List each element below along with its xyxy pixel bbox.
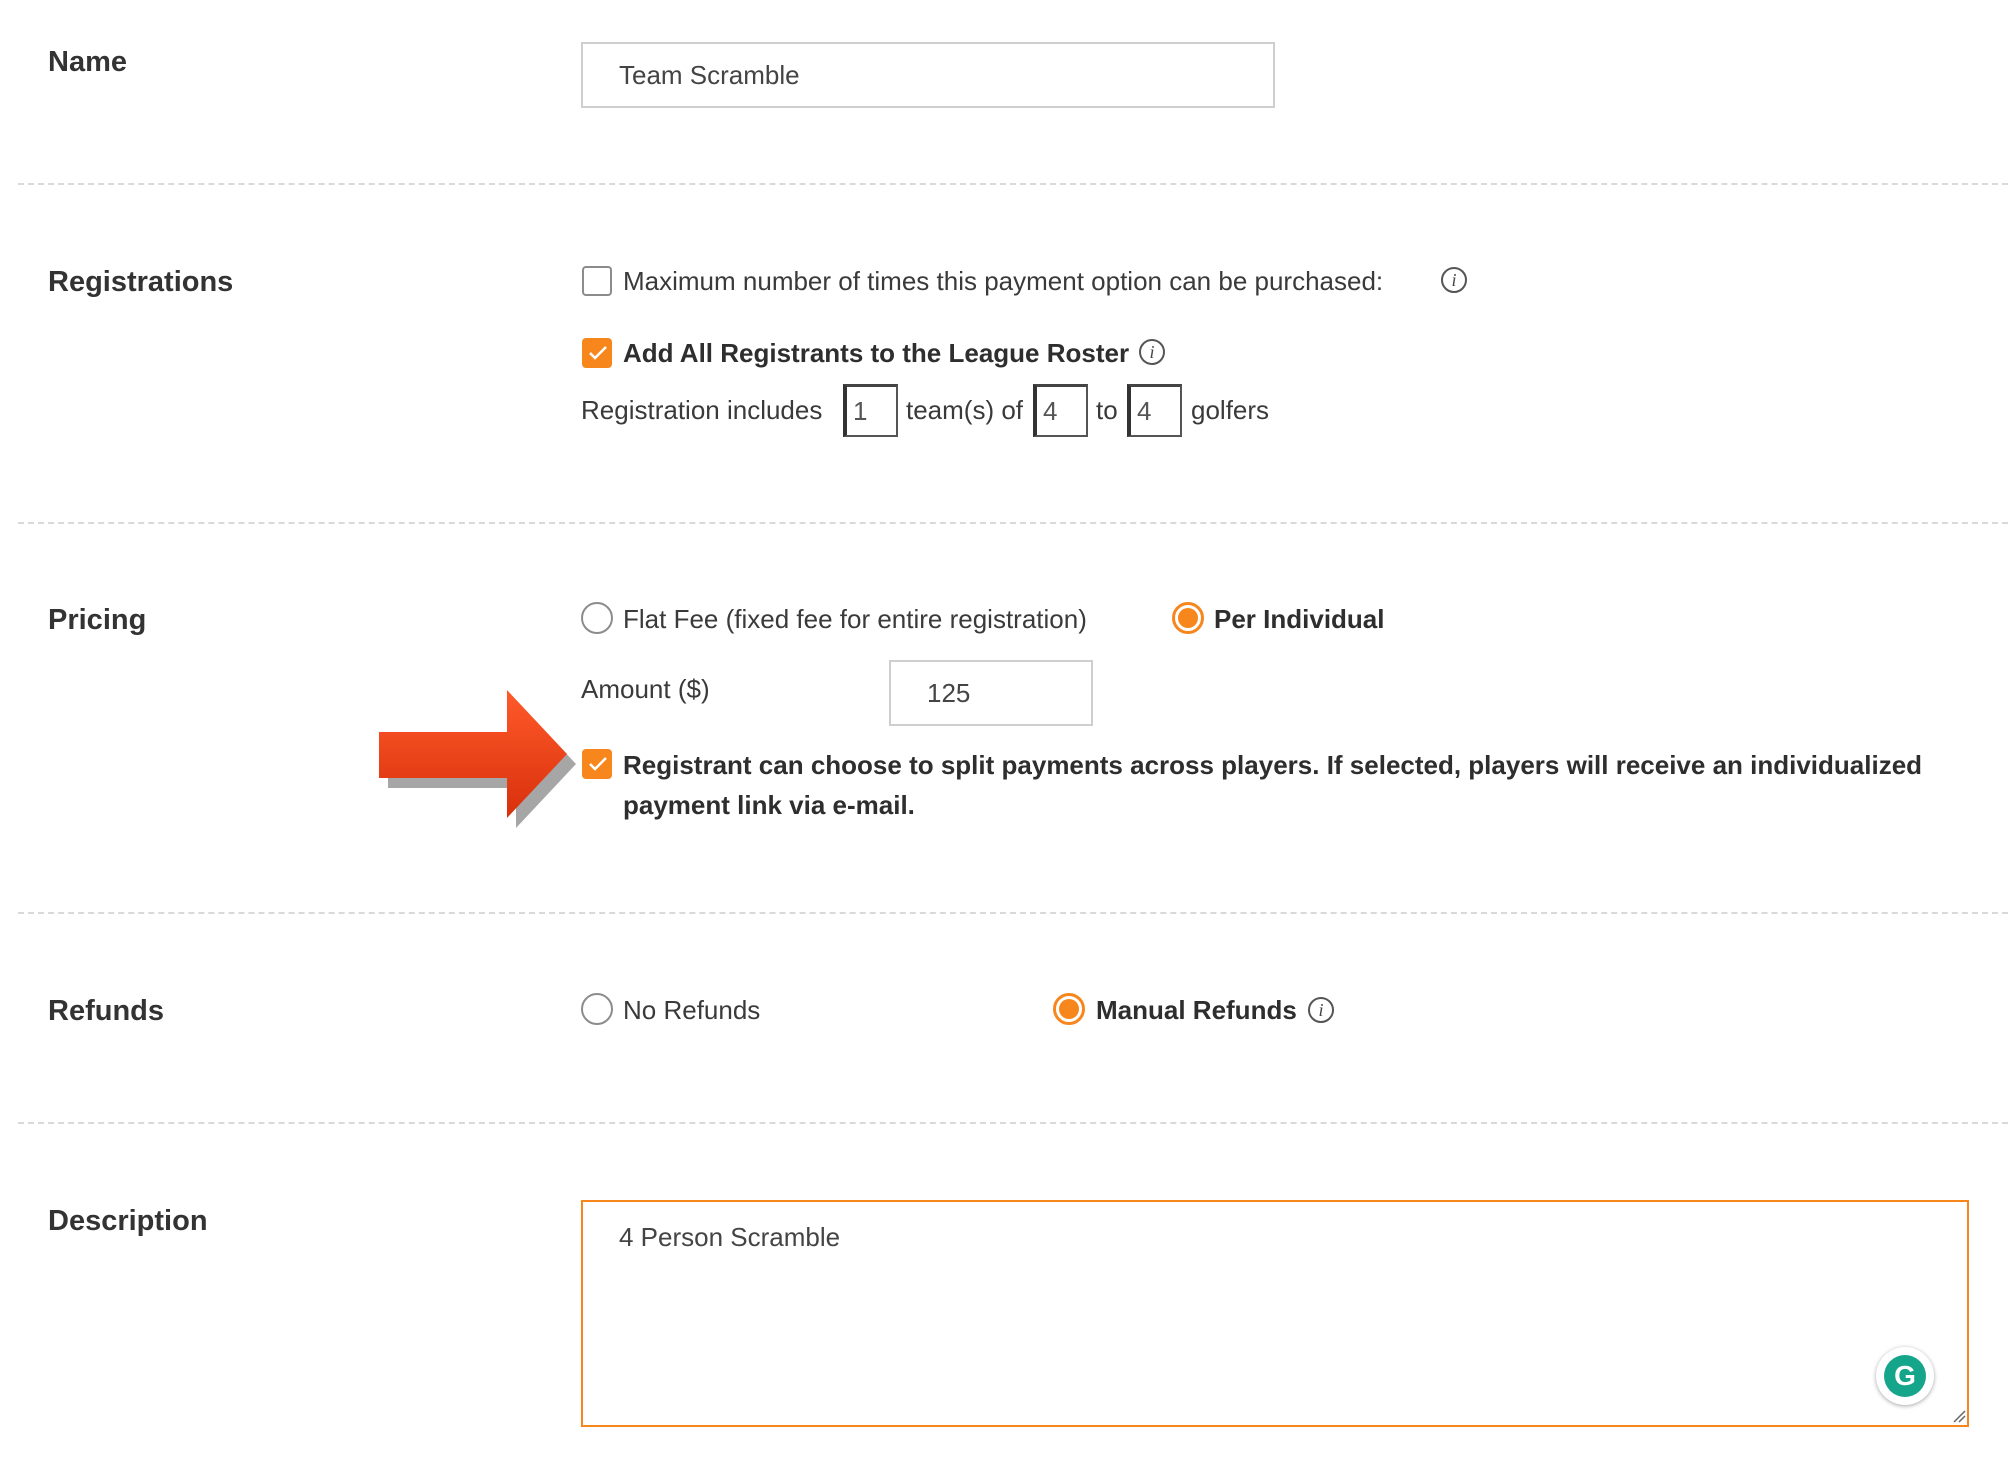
max-purchases-checkbox[interactable]	[582, 266, 612, 296]
registrations-label: Registrations	[48, 266, 234, 298]
min-golfers-input[interactable]	[1033, 384, 1088, 437]
flat-fee-label: Flat Fee (fixed fee for entire registrat…	[623, 604, 1087, 634]
pricing-label: Pricing	[48, 604, 147, 636]
amount-input[interactable]	[889, 660, 1093, 726]
info-icon[interactable]: i	[1441, 267, 1467, 293]
section-divider	[18, 1122, 2008, 1124]
resize-grip-icon[interactable]	[1952, 1409, 1966, 1423]
name-label: Name	[48, 46, 127, 78]
section-divider	[18, 912, 2008, 914]
info-icon[interactable]: i	[1139, 339, 1165, 365]
team-config-suffix: golfers	[1191, 395, 1270, 425]
per-individual-label: Per Individual	[1214, 604, 1385, 634]
split-payments-line1: Registrant can choose to split payments …	[623, 750, 1923, 780]
max-golfers-input[interactable]	[1127, 384, 1182, 437]
checkmark-icon	[589, 346, 607, 360]
add-to-roster-label: Add All Registrants to the League Roster	[623, 338, 1130, 368]
description-textarea[interactable]: 4 Person Scramble	[581, 1200, 1969, 1427]
arrow-icon	[379, 690, 576, 828]
section-divider	[18, 522, 2008, 524]
teams-count-input[interactable]	[843, 384, 898, 437]
no-refunds-radio[interactable]	[581, 993, 613, 1025]
amount-label: Amount ($)	[581, 674, 710, 704]
split-payments-checkbox[interactable]	[582, 749, 612, 779]
section-divider	[18, 183, 2008, 185]
no-refunds-label: No Refunds	[623, 995, 761, 1025]
max-purchases-label: Maximum number of times this payment opt…	[623, 266, 1384, 296]
team-config-to: to	[1096, 395, 1118, 425]
grammarly-icon[interactable]: G	[1876, 1347, 1934, 1405]
split-payments-line2: payment link via e-mail.	[623, 790, 915, 820]
per-individual-radio[interactable]	[1172, 602, 1204, 634]
add-to-roster-checkbox[interactable]	[582, 338, 612, 368]
flat-fee-radio[interactable]	[581, 602, 613, 634]
manual-refunds-label: Manual Refunds	[1096, 995, 1297, 1025]
checkmark-icon	[589, 757, 607, 771]
team-config-teams-suffix: team(s) of	[906, 395, 1024, 425]
refunds-label: Refunds	[48, 995, 164, 1027]
manual-refunds-radio[interactable]	[1053, 993, 1085, 1025]
team-config-prefix: Registration includes	[581, 395, 823, 425]
info-icon[interactable]: i	[1308, 997, 1334, 1023]
name-input[interactable]	[581, 42, 1275, 108]
description-label: Description	[48, 1205, 208, 1237]
